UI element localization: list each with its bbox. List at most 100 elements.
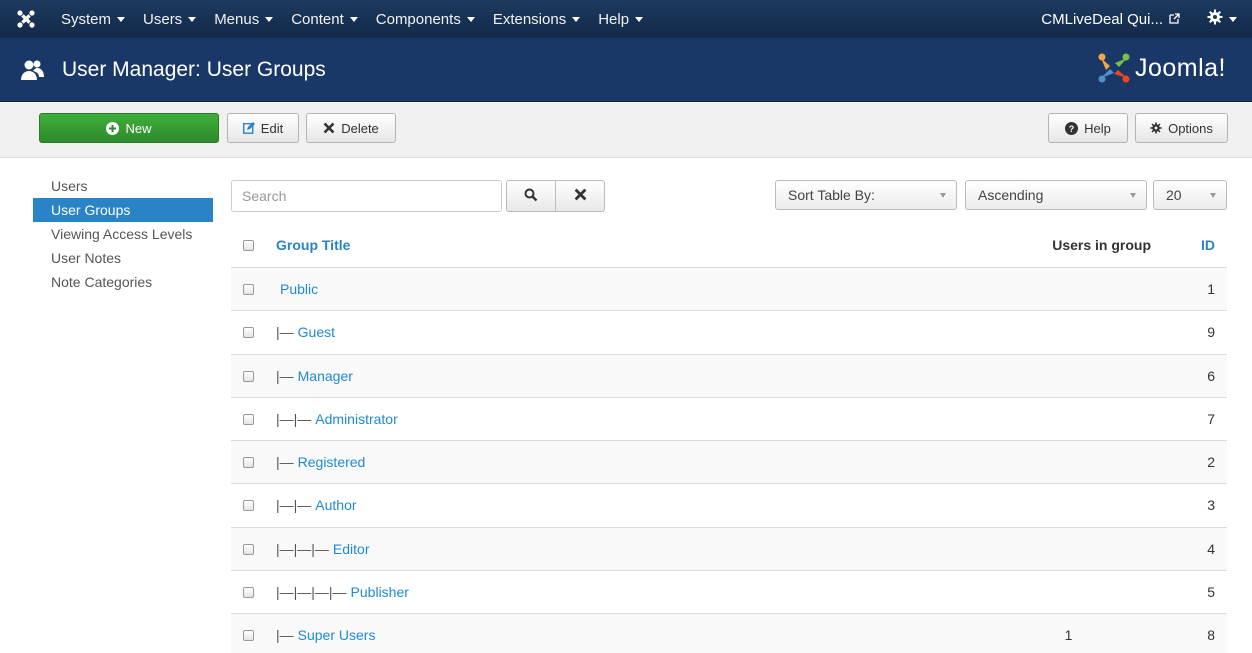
gear-icon bbox=[1207, 9, 1223, 30]
row-checkbox[interactable] bbox=[243, 500, 254, 512]
tree-prefix: |— bbox=[276, 454, 294, 471]
search-input[interactable] bbox=[231, 180, 502, 212]
edit-button[interactable]: Edit bbox=[227, 113, 299, 143]
tree-prefix: |—|— bbox=[276, 497, 312, 514]
table-row: |— Guest 9 bbox=[231, 310, 1227, 353]
svg-text:?: ? bbox=[1069, 124, 1075, 134]
menu-system[interactable]: System bbox=[52, 0, 134, 38]
caret-down-icon bbox=[265, 16, 274, 22]
tree-prefix: |—|— bbox=[276, 410, 312, 427]
page-title: User Manager: User Groups bbox=[62, 58, 326, 81]
joomla-logo-icon[interactable] bbox=[0, 0, 52, 38]
table-row: Public 1 bbox=[231, 267, 1227, 311]
table-row: |—|— Author 3 bbox=[231, 483, 1227, 526]
question-circle-icon: ? bbox=[1065, 121, 1079, 135]
options-button[interactable]: Options bbox=[1135, 113, 1228, 143]
group-id: 3 bbox=[1207, 497, 1215, 514]
group-id: 4 bbox=[1207, 540, 1215, 557]
brand-name: Joomla! bbox=[1134, 53, 1226, 82]
sidebar-item-user-groups[interactable]: User Groups bbox=[33, 198, 213, 222]
menu-components[interactable]: Components bbox=[367, 0, 484, 38]
user-groups-table: Group Title Users in group ID Public 1 |… bbox=[231, 224, 1227, 653]
page-header: User Manager: User Groups Joomla! bbox=[0, 38, 1252, 102]
tree-prefix: |—|—|— bbox=[276, 540, 329, 557]
users-count: 1 bbox=[1064, 627, 1073, 644]
row-checkbox[interactable] bbox=[243, 370, 254, 382]
table-row: |— Manager 6 bbox=[231, 353, 1227, 397]
table-row: |—|— Administrator 7 bbox=[231, 396, 1227, 440]
clear-search-button[interactable] bbox=[555, 180, 605, 212]
joomla-brand: Joomla! bbox=[1097, 52, 1226, 84]
row-checkbox[interactable] bbox=[243, 543, 254, 555]
chevron-down-icon bbox=[940, 193, 946, 198]
tree-prefix: |— bbox=[276, 324, 294, 341]
row-checkbox[interactable] bbox=[243, 630, 254, 642]
caret-down-icon bbox=[1229, 16, 1237, 22]
group-title-link[interactable]: Guest bbox=[298, 324, 335, 340]
caret-down-icon bbox=[188, 16, 197, 22]
gear-icon bbox=[1150, 122, 1162, 134]
row-checkbox[interactable] bbox=[243, 327, 254, 339]
group-title-link[interactable]: Publisher bbox=[351, 584, 409, 600]
close-icon bbox=[574, 188, 587, 204]
user-menu-button[interactable] bbox=[1192, 0, 1252, 38]
tree-prefix: |—|—|—|— bbox=[276, 584, 347, 601]
row-checkbox[interactable] bbox=[243, 587, 254, 599]
table-header-row: Group Title Users in group ID bbox=[231, 224, 1227, 267]
search-button[interactable] bbox=[506, 180, 556, 212]
column-header-group-title[interactable]: Group Title bbox=[276, 237, 350, 253]
table-row: |— Registered 2 bbox=[231, 440, 1227, 484]
caret-down-icon bbox=[117, 16, 126, 22]
group-title-link[interactable]: Author bbox=[315, 497, 356, 513]
menu-users[interactable]: Users bbox=[134, 0, 205, 38]
group-id: 9 bbox=[1207, 324, 1215, 341]
group-title-link[interactable]: Administrator bbox=[315, 411, 397, 427]
row-checkbox[interactable] bbox=[243, 413, 254, 425]
site-link[interactable]: CMLiveDeal Qui... bbox=[1029, 0, 1192, 38]
sidebar-item-users[interactable]: Users bbox=[33, 174, 213, 198]
users-icon bbox=[20, 58, 46, 82]
tree-prefix: |— bbox=[276, 627, 294, 644]
tree-prefix: |— bbox=[276, 367, 294, 384]
sidebar-item-note-categories[interactable]: Note Categories bbox=[33, 270, 213, 294]
table-row: |—|—|— Editor 4 bbox=[231, 526, 1227, 571]
search-icon bbox=[524, 188, 538, 205]
group-title-link[interactable]: Registered bbox=[298, 454, 366, 470]
plus-circle-icon bbox=[106, 121, 120, 135]
group-title-link[interactable]: Public bbox=[280, 281, 318, 297]
delete-button[interactable]: Delete bbox=[306, 113, 396, 143]
row-checkbox[interactable] bbox=[243, 457, 254, 469]
external-link-icon bbox=[1169, 11, 1180, 28]
menu-help[interactable]: Help bbox=[589, 0, 652, 38]
menu-content[interactable]: Content bbox=[282, 0, 367, 38]
site-name: CMLiveDeal Qui... bbox=[1041, 10, 1163, 28]
sort-table-select[interactable]: Sort Table By: bbox=[775, 180, 957, 210]
group-title-link[interactable]: Editor bbox=[333, 541, 370, 557]
group-title-link[interactable]: Manager bbox=[298, 368, 353, 384]
group-id: 7 bbox=[1207, 410, 1215, 427]
caret-down-icon bbox=[572, 16, 581, 22]
caret-down-icon bbox=[466, 16, 475, 22]
menu-extensions[interactable]: Extensions bbox=[484, 0, 589, 38]
group-id: 8 bbox=[1207, 627, 1215, 644]
select-all-checkbox[interactable] bbox=[243, 240, 254, 251]
order-direction-select[interactable]: Ascending bbox=[965, 180, 1147, 210]
menu-menus[interactable]: Menus bbox=[205, 0, 282, 38]
close-icon bbox=[323, 122, 335, 134]
list-limit-select[interactable]: 20 bbox=[1153, 180, 1227, 210]
group-title-link[interactable]: Super Users bbox=[298, 627, 376, 643]
new-button[interactable]: New bbox=[39, 113, 219, 143]
table-row: |— Super Users 1 8 bbox=[231, 613, 1227, 653]
sidebar-item-user-notes[interactable]: User Notes bbox=[33, 246, 213, 270]
chevron-down-icon bbox=[1210, 193, 1216, 198]
column-header-users-in-group: Users in group bbox=[1052, 237, 1151, 253]
chevron-down-icon bbox=[1130, 193, 1136, 198]
group-id: 5 bbox=[1207, 584, 1215, 601]
group-id: 1 bbox=[1207, 281, 1215, 297]
sidebar-item-viewing-access-levels[interactable]: Viewing Access Levels bbox=[33, 222, 213, 246]
row-checkbox[interactable] bbox=[243, 284, 254, 295]
caret-down-icon bbox=[349, 16, 358, 22]
help-button[interactable]: ? Help bbox=[1048, 113, 1128, 143]
column-header-id[interactable]: ID bbox=[1201, 237, 1215, 253]
group-id: 6 bbox=[1207, 367, 1215, 384]
